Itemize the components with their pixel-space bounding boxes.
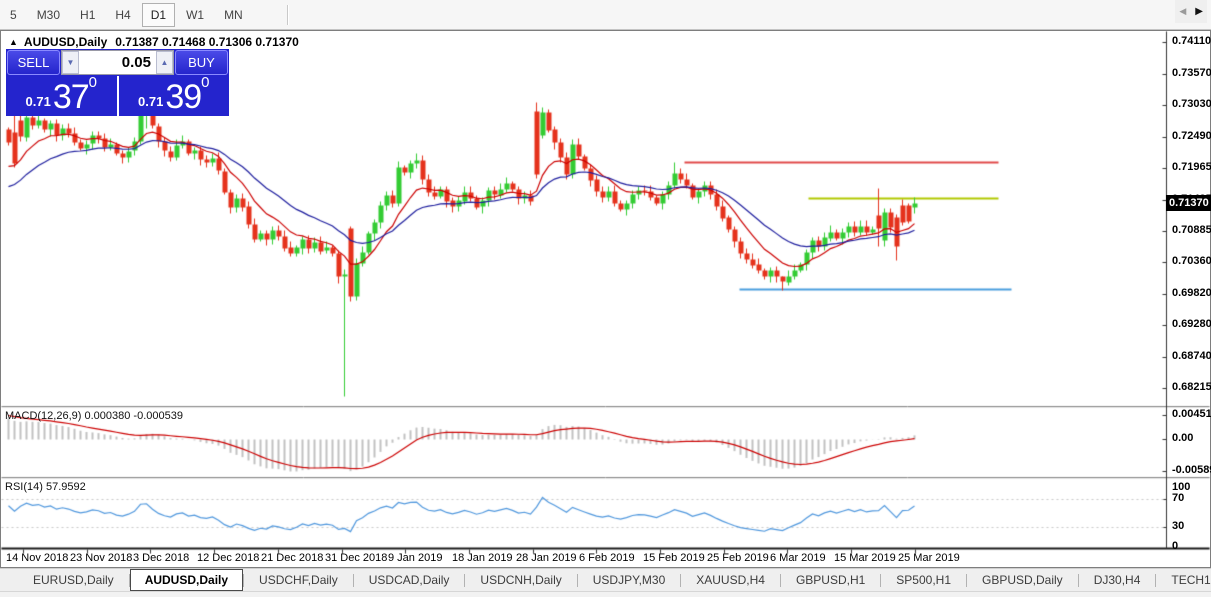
date-axis-label: 14 Nov 2018 [6,552,69,564]
tab-audusd-daily[interactable]: AUDUSD,Daily [129,569,244,591]
chart-title: ▲ AUDUSD,Daily 0.71387 0.71468 0.71306 0.7… [9,35,299,49]
macd-axis-label: -0.005899 [1172,464,1211,476]
tab-scroll-controls: ◀ ▶ [1175,0,1207,23]
price-axis-label: 0.68215 [1172,381,1211,393]
timeframe-button-mn[interactable]: MN [215,3,252,27]
sell-price-sup: 0 [88,74,97,91]
tab-dj30-h4[interactable]: DJ30,H4 [1079,570,1156,590]
symbol-tab-bar: EURUSD,Daily AUDUSD,Daily USDCHF,Daily USDC… [0,568,1211,591]
price-axis-label: 0.71965 [1172,160,1211,173]
date-axis-label: 6 Mar 2019 [770,552,826,564]
price-axis-label: 0.73030 [1172,98,1211,111]
date-axis-label: 25 Feb 2019 [707,552,769,564]
tab-scroll-right-icon[interactable]: ▶ [1195,6,1203,17]
date-axis-label: 23 Nov 2018 [70,552,133,564]
tab-usdcad-daily[interactable]: USDCAD,Daily [354,570,465,590]
timeframe-button-5[interactable]: 5 [1,3,26,27]
current-price-tag: 0.71370 [1166,195,1211,211]
buy-button[interactable]: BUY [175,50,228,75]
price-axis-label: 0.69820 [1172,286,1211,299]
chart-window: ▲ AUDUSD,Daily 0.71387 0.71468 0.71306 0.7… [0,30,1211,568]
tab-usdjpy-m30[interactable]: USDJPY,M30 [578,570,680,590]
macd-axis-label: 0.004517 [1172,408,1211,420]
macd-axis-label: 0.00 [1172,432,1194,444]
timeframe-button-m30[interactable]: M30 [28,3,69,27]
price-axis-label: 0.70885 [1172,224,1211,237]
buy-price-sup: 0 [201,74,210,91]
volume-increase-icon[interactable]: ▲ [156,51,173,74]
price-axis-label: 0.72490 [1172,130,1211,143]
tab-usdchf-daily[interactable]: USDCHF,Daily [244,570,353,590]
timeframe-toolbar: 5 M30 H1 H4 D1 W1 MN [0,0,1211,30]
date-axis-label: 3 Dec 2018 [133,552,190,564]
date-axis-label: 18 Jan 2019 [452,552,513,564]
price-axis-label: 0.69280 [1172,318,1211,331]
volume-control: ▼ ▲ [61,50,174,75]
tab-usdcnh-daily[interactable]: USDCNH,Daily [465,570,576,590]
date-axis-label: 25 Mar 2019 [898,552,960,564]
collapse-panel-icon[interactable]: ▲ [9,37,18,47]
volume-decrease-icon[interactable]: ▼ [62,51,79,74]
sell-button[interactable]: SELL [7,50,60,75]
date-axis-label: 28 Jan 2019 [516,552,577,564]
tab-xauusd-h4[interactable]: XAUUSD,H4 [681,570,780,590]
chart-symbol-label: AUDUSD,Daily [23,35,108,49]
buy-price-display[interactable]: 0.71 39 0 [119,74,230,116]
timeframe-button-h1[interactable]: H1 [71,3,104,27]
macd-indicator-label: MACD(12,26,9) 0.000380 -0.000539 [5,410,183,422]
one-click-trade-panel: SELL ▼ ▲ BUY 0.71370 0.71390 [6,49,229,116]
price-axis-label: 0.68740 [1172,350,1211,363]
date-axis-label: 15 Mar 2019 [834,552,896,564]
sell-price-display[interactable]: 0.71 37 0 [6,74,119,116]
price-axis-label: 0.74110 [1172,35,1211,47]
tab-eurusd-daily[interactable]: EURUSD,Daily [18,570,129,590]
window-bottom-strip [0,591,1211,597]
toolbar-separator [286,4,289,25]
timeframe-button-w1[interactable]: W1 [177,3,213,27]
rsi-axis-label: 0 [1172,540,1179,552]
sell-price-big: 37 [52,78,90,116]
rsi-axis-label: 70 [1172,492,1185,504]
volume-input[interactable] [79,51,156,74]
buy-price-big: 39 [165,78,202,116]
date-axis-label: 31 Dec 2018 [325,552,388,564]
date-axis-label: 6 Feb 2019 [579,552,635,564]
rsi-axis-label: 30 [1172,520,1185,532]
timeframe-button-d1[interactable]: D1 [141,2,176,27]
date-axis-label: 15 Feb 2019 [643,552,705,564]
tab-tech100-h1[interactable]: TECH100,H1 [1156,570,1211,590]
chart-ohlc-quotes: 0.71387 0.71468 0.71306 0.71370 [115,35,299,49]
date-axis-label: 12 Dec 2018 [197,552,260,564]
date-axis-label: 21 Dec 2018 [261,552,324,564]
price-axis-label: 0.73570 [1172,66,1211,79]
price-axis-label: 0.70360 [1172,255,1211,268]
timeframe-button-h4[interactable]: H4 [106,3,139,27]
tab-gbpusd-daily[interactable]: GBPUSD,Daily [967,570,1078,590]
tab-scroll-left-icon[interactable]: ◀ [1179,6,1186,17]
rsi-indicator-label: RSI(14) 57.9592 [5,481,86,493]
sell-price-prefix: 0.71 [25,94,51,109]
tab-gbpusd-h1[interactable]: GBPUSD,H1 [781,570,880,590]
date-axis-label: 9 Jan 2019 [388,552,443,564]
tab-sp500-h1[interactable]: SP500,H1 [881,570,966,590]
buy-price-prefix: 0.71 [138,94,164,109]
